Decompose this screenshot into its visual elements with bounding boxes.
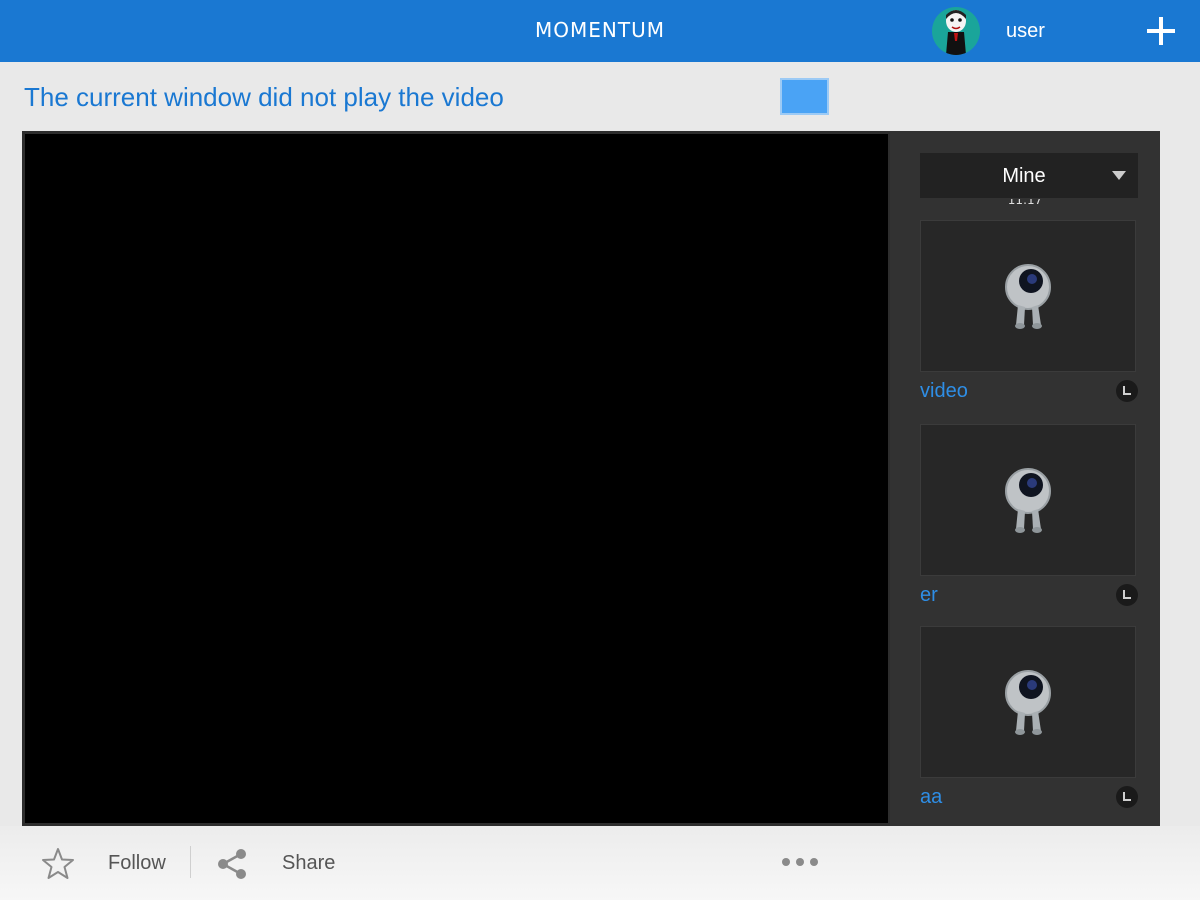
- follow-star-button[interactable]: [40, 846, 76, 882]
- clock-icon: [1116, 380, 1138, 402]
- list-item-label[interactable]: video: [920, 380, 968, 403]
- clock-icon: [1116, 584, 1138, 606]
- avatar-image: [946, 10, 966, 55]
- list-item[interactable]: video: [918, 220, 1138, 410]
- list-item-label[interactable]: er: [920, 584, 938, 607]
- video-thumbnail[interactable]: [920, 424, 1136, 576]
- more-options-button[interactable]: [778, 852, 822, 872]
- avatar[interactable]: [932, 7, 980, 55]
- follow-button[interactable]: Follow: [108, 852, 166, 875]
- more-icon: [782, 858, 818, 866]
- star-icon: [42, 848, 74, 879]
- share-icon: [218, 849, 246, 879]
- page-title: The current window did not play the vide…: [24, 82, 504, 112]
- video-thumbnail[interactable]: [920, 626, 1136, 778]
- main-panel: Mine 11:17 video er aa: [22, 131, 1160, 826]
- add-button[interactable]: [1142, 12, 1180, 50]
- list-item[interactable]: er: [918, 424, 1138, 614]
- bottom-action-bar: Follow Share: [0, 826, 1200, 900]
- share-label[interactable]: Share: [282, 852, 335, 875]
- dropdown-arrow-icon: [1112, 171, 1126, 180]
- selection-box[interactable]: [780, 78, 829, 115]
- list-item[interactable]: aa: [918, 626, 1138, 816]
- placeholder-eye-icon: [1005, 468, 1051, 533]
- placeholder-eye-icon: [1005, 264, 1051, 329]
- divider: [190, 846, 191, 878]
- filter-dropdown[interactable]: Mine: [920, 153, 1138, 198]
- clock-icon: [1116, 786, 1138, 808]
- username[interactable]: user: [1006, 20, 1045, 43]
- top-bar: MOMENTUM user: [0, 0, 1200, 62]
- share-button[interactable]: [214, 846, 250, 882]
- clipped-timestamp: 11:17: [1007, 199, 1043, 207]
- plus-icon: [1147, 17, 1175, 45]
- video-list-sidebar: Mine 11:17 video er aa: [890, 131, 1160, 826]
- list-item-label[interactable]: aa: [920, 786, 942, 809]
- video-thumbnail[interactable]: [920, 220, 1136, 372]
- placeholder-eye-icon: [1005, 670, 1051, 735]
- dropdown-selected-value: Mine: [1002, 165, 1046, 187]
- video-player[interactable]: [25, 134, 888, 823]
